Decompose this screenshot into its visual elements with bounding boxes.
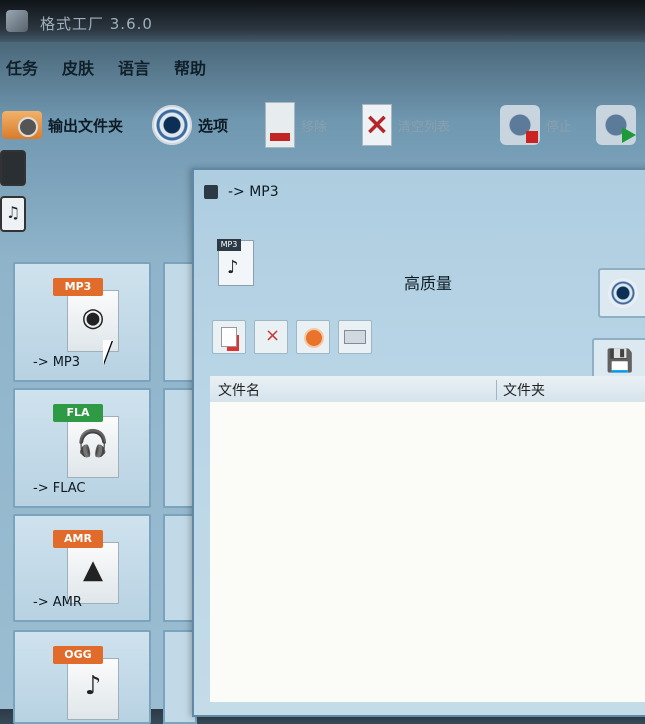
remove-file-button[interactable]: [254, 320, 288, 354]
video-category-icon[interactable]: [0, 150, 26, 186]
mp3-format-icon: MP3 ♪: [217, 239, 254, 286]
dialog-title: -> MP3: [228, 184, 279, 200]
dialog-title-bar: -> MP3: [204, 184, 279, 200]
toolbar: 输出文件夹 选项 移除 × 清空列表 停止: [0, 94, 645, 166]
mp3-dialog: -> MP3 MP3 ♪ 高质量 💾 文件名 文件夹: [192, 168, 645, 717]
menu-language[interactable]: 语言: [118, 52, 150, 86]
format-ogg-button[interactable]: ♪ OGG: [13, 630, 151, 724]
clear-list-label: 清空列表: [398, 119, 451, 135]
format-amr-label: -> AMR: [33, 595, 82, 610]
phone-glyph: ▲: [83, 555, 103, 585]
clear-list-button[interactable]: × 清空列表: [362, 94, 450, 156]
menu-bar: 任务 皮肤 语言 帮助: [0, 52, 645, 86]
title-bar: 格式工厂 3.6.0: [0, 0, 645, 42]
folder-icon: [2, 111, 42, 139]
quality-label: 高质量: [404, 274, 453, 293]
format-flac-label: -> FLAC: [33, 481, 86, 496]
remove-button[interactable]: 移除: [265, 94, 327, 156]
dialog-toolbar: [212, 320, 372, 354]
flac-file-icon: 🎧: [67, 416, 119, 478]
headphones-glyph: 🎧: [76, 429, 110, 459]
ogg-file-icon: ♪: [67, 658, 119, 720]
mp3-format-tag: MP3: [217, 239, 241, 251]
options-button[interactable]: 选项: [152, 94, 228, 156]
note-icon: ♪: [227, 257, 239, 278]
start-icon: [596, 105, 636, 145]
stop-button[interactable]: 停止: [500, 94, 572, 156]
format-flac-button[interactable]: 🎧 FLA -> FLAC: [13, 388, 151, 508]
menu-help[interactable]: 帮助: [174, 52, 206, 86]
column-folder[interactable]: 文件夹: [496, 380, 545, 400]
app-icon: [6, 10, 28, 32]
column-filename[interactable]: 文件名: [218, 380, 260, 400]
app-title: 格式工厂 3.6.0: [40, 15, 153, 33]
start-button[interactable]: [596, 94, 636, 156]
ogg-tag: OGG: [53, 646, 103, 664]
stop-icon: [500, 105, 540, 145]
remove-label: 移除: [301, 119, 328, 135]
menu-skin[interactable]: 皮肤: [62, 52, 94, 86]
dialog-app-icon: [204, 185, 218, 199]
output-folder-label: 输出文件夹: [48, 116, 124, 135]
format-mp3-label: -> MP3: [33, 355, 81, 370]
clip-button[interactable]: [338, 320, 372, 354]
gear-icon: [608, 278, 638, 308]
file-table-header: 文件名 文件夹: [210, 376, 645, 403]
stop-label: 停止: [546, 119, 573, 135]
add-file-button[interactable]: [212, 320, 246, 354]
options-label: 选项: [198, 116, 229, 135]
mp3-tag: MP3: [53, 278, 103, 296]
speaker-glyph: ◉: [81, 303, 105, 333]
file-list[interactable]: [210, 402, 645, 702]
mouse-cursor-icon: [103, 340, 112, 364]
format-mp3-button[interactable]: ◉ MP3 -> MP3: [13, 262, 151, 382]
amr-tag: AMR: [53, 530, 103, 548]
gear-icon: [152, 105, 192, 145]
audio-category-icon[interactable]: ♫: [0, 196, 26, 232]
clear-x-icon: ×: [362, 104, 392, 146]
flac-tag: FLA: [53, 404, 103, 422]
play-button[interactable]: [296, 320, 330, 354]
save-icon: 💾: [606, 349, 634, 374]
remove-file-icon: [265, 102, 295, 148]
note-glyph: ♪: [84, 671, 102, 701]
menu-task[interactable]: 任务: [6, 52, 38, 86]
output-settings-button[interactable]: [598, 268, 645, 318]
format-amr-button[interactable]: ▲ AMR -> AMR: [13, 514, 151, 622]
output-folder-button[interactable]: 输出文件夹: [2, 94, 123, 156]
